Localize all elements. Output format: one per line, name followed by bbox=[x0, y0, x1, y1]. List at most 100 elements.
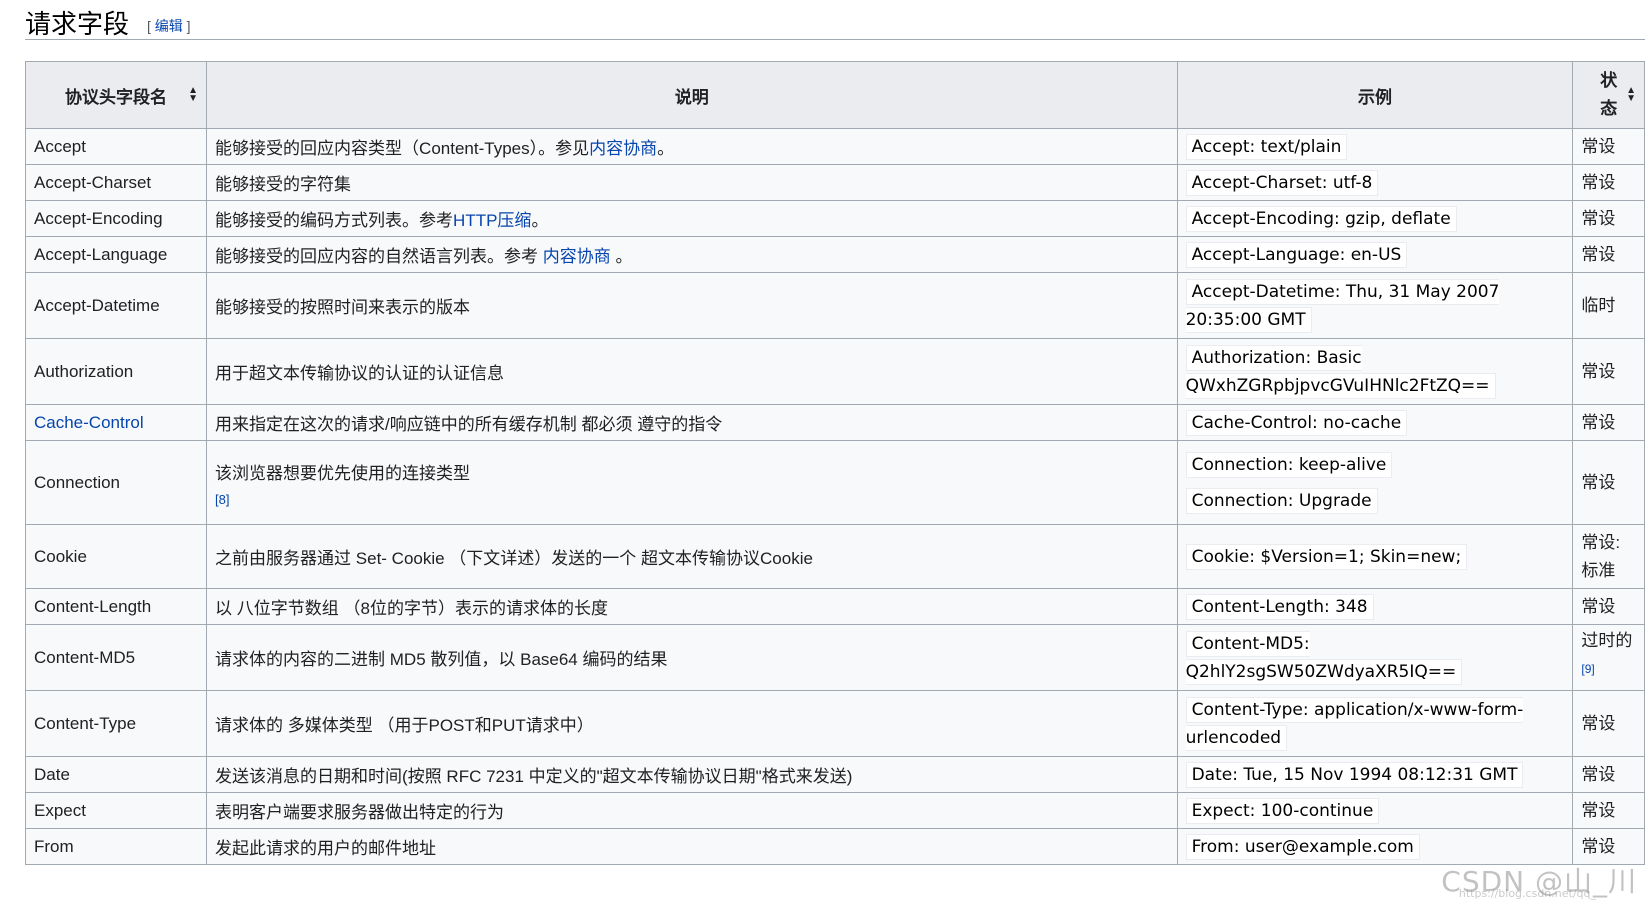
table-row: Authorization 用于超文本传输协议的认证的认证信息 Authorizat… bbox=[24, 338, 1645, 405]
description-cell: 请求体的 多媒体类型 （用于POST和PUT请求中） bbox=[206, 690, 1178, 757]
example-wrapper: Connection: keep-alive bbox=[1185, 447, 1565, 483]
example-cell: Expect: 100-continue bbox=[1176, 792, 1574, 829]
table-row: Accept-Charset 能够接受的字符集 Accept-Charset: ut… bbox=[24, 164, 1645, 201]
description-cell: 请求体的内容的二进制 MD5 散列值，以 Base64 编码的结果 bbox=[206, 624, 1178, 691]
example-code: Accept-Encoding: gzip, deflate bbox=[1185, 205, 1457, 232]
status-text: 常设 bbox=[1581, 800, 1616, 820]
section-heading: 请求字段 [ 编辑 ] bbox=[25, 0, 1645, 40]
description-cell: 用来指定在这次的请求/响应链中的所有缓存机制 都必须 遵守的指令 bbox=[206, 404, 1178, 441]
column-header-example: 示例 bbox=[1176, 61, 1574, 129]
example-code: Expect: 100-continue bbox=[1185, 797, 1380, 824]
example-code: Date: Tue, 15 Nov 1994 08:12:31 GMT bbox=[1185, 761, 1524, 788]
edit-section-link[interactable]: 编辑 bbox=[155, 18, 183, 34]
status-cell: 临时 bbox=[1572, 272, 1645, 339]
section-title: 请求字段 bbox=[25, 10, 130, 40]
status-cell: 常设 bbox=[1572, 588, 1645, 625]
description-cell: 该浏览器想要优先使用的连接类型 [8] bbox=[206, 440, 1178, 525]
description-link[interactable]: 内容协商 bbox=[589, 139, 657, 158]
description-text: 能够接受的字符集 bbox=[215, 175, 352, 194]
status-cell: 过时的 [9] bbox=[1572, 624, 1645, 691]
field-name: Expect bbox=[34, 800, 86, 820]
column-header-status[interactable]: 状态 ▲ ▼ bbox=[1572, 61, 1645, 129]
field-name: Content-MD5 bbox=[34, 647, 136, 667]
description-text: 用来指定在这次的请求/响应链中的所有缓存机制 都必须 遵守的指令 bbox=[215, 415, 723, 434]
status-cell: 常设 bbox=[1572, 164, 1645, 201]
field-name: Accept-Language bbox=[34, 244, 168, 264]
status-cell: 常设 bbox=[1572, 690, 1645, 757]
status-cell: 常设 bbox=[1572, 404, 1645, 441]
field-name-cell: Content-Type bbox=[24, 690, 208, 757]
edit-section-link-wrapper: [ 编辑 ] bbox=[147, 16, 191, 36]
field-name: Content-Length bbox=[34, 596, 152, 616]
field-name-cell: Date bbox=[24, 756, 208, 793]
example-code: Cookie: $Version=1; Skin=new; bbox=[1185, 543, 1468, 570]
status-cell: 常设 bbox=[1572, 756, 1645, 793]
status-cell: 常设 bbox=[1572, 200, 1645, 237]
example-cell: From: user@example.com bbox=[1176, 828, 1574, 865]
example-wrapper: Accept-Language: en-US bbox=[1185, 241, 1408, 268]
status-cell: 常设 bbox=[1572, 338, 1645, 405]
example-code: Content-Type: application/x-www-form-url… bbox=[1185, 696, 1524, 751]
example-wrapper: From: user@example.com bbox=[1185, 833, 1420, 860]
field-name-cell: From bbox=[24, 828, 208, 865]
example-wrapper: Content-Length: 348 bbox=[1185, 593, 1374, 620]
example-wrapper: Accept-Datetime: Thu, 31 May 2007 20:35:… bbox=[1185, 278, 1500, 333]
table-row: Connection 该浏览器想要优先使用的连接类型 [8] Connection: … bbox=[24, 440, 1645, 525]
field-name-cell: Accept-Charset bbox=[24, 164, 208, 201]
description-cell: 发送该消息的日期和时间(按照 RFC 7231 中定义的"超文本传输协议日期"格… bbox=[206, 756, 1178, 793]
description-link[interactable]: 内容协商 bbox=[543, 247, 611, 266]
status-cell: 常设 bbox=[1572, 128, 1645, 165]
description-text: 能够接受的回应内容类型（Content-Types）。参见 bbox=[215, 139, 590, 158]
field-name-cell: Accept-Encoding bbox=[24, 200, 208, 237]
field-name-cell: Accept bbox=[24, 128, 208, 165]
status-cell: 常设 bbox=[1572, 792, 1645, 829]
example-cell: Date: Tue, 15 Nov 1994 08:12:31 GMT bbox=[1176, 756, 1574, 793]
description-cell: 以 八位字节数组 （8位的字节）表示的请求体的长度 bbox=[206, 588, 1178, 625]
column-header-description-label: 说明 bbox=[674, 87, 709, 107]
status-reference-link[interactable]: [9] bbox=[1581, 662, 1594, 676]
sort-icon[interactable]: ▲ ▼ bbox=[1626, 86, 1636, 104]
edit-bracket-close: ] bbox=[186, 18, 191, 34]
table-row: From 发起此请求的用户的邮件地址 From: user@example.com 常… bbox=[24, 828, 1645, 865]
description-cell: 表明客户端要求服务器做出特定的行为 bbox=[206, 792, 1178, 829]
table-header-row: 协议头字段名 ▲ ▼ 说明 示例 状态 ▲ ▼ bbox=[24, 61, 1645, 129]
table-row: Accept-Language 能够接受的回应内容的自然语言列表。参考 内容协商 … bbox=[24, 236, 1645, 273]
status-text: 常设 bbox=[1581, 596, 1616, 616]
watermark: CSDN @山_川 bbox=[1441, 865, 1637, 898]
description-cell: 能够接受的字符集 bbox=[206, 164, 1178, 201]
description-cell: 能够接受的回应内容的自然语言列表。参考 内容协商 。 bbox=[206, 236, 1178, 273]
field-name-cell: Accept-Datetime bbox=[24, 272, 208, 339]
example-wrapper: Accept-Encoding: gzip, deflate bbox=[1185, 205, 1457, 232]
field-name: Content-Type bbox=[34, 713, 137, 733]
sort-icon[interactable]: ▲ ▼ bbox=[188, 86, 198, 104]
example-cell: Accept-Encoding: gzip, deflate bbox=[1176, 200, 1574, 237]
example-code: Connection: keep-alive bbox=[1185, 451, 1393, 478]
status-text: 常设 bbox=[1581, 472, 1616, 492]
reference-link[interactable]: [8] bbox=[215, 492, 1169, 507]
status-cell: 常设: 标准 bbox=[1572, 524, 1645, 589]
description-tail: 。 bbox=[657, 139, 675, 158]
description-text: 发送该消息的日期和时间(按照 RFC 7231 中定义的"超文本传输协议日期"格… bbox=[215, 767, 853, 786]
example-cell: Accept-Charset: utf-8 bbox=[1176, 164, 1574, 201]
column-header-name[interactable]: 协议头字段名 ▲ ▼ bbox=[24, 61, 208, 129]
example-cell: Cookie: $Version=1; Skin=new; bbox=[1176, 524, 1574, 589]
status-text: 常设: 标准 bbox=[1581, 532, 1621, 580]
table-body: Accept 能够接受的回应内容类型（Content-Types）。参见内容协商。… bbox=[24, 128, 1645, 865]
status-text: 过时的 bbox=[1581, 630, 1633, 650]
field-name: Accept-Charset bbox=[34, 172, 152, 192]
description-text: 以 八位字节数组 （8位的字节）表示的请求体的长度 bbox=[215, 599, 608, 618]
description-text: 该浏览器想要优先使用的连接类型 bbox=[215, 463, 471, 483]
description-cell: 能够接受的编码方式列表。参考HTTP压缩。 bbox=[206, 200, 1178, 237]
description-cell: 用于超文本传输协议的认证的认证信息 bbox=[206, 338, 1178, 405]
description-text: 能够接受的回应内容的自然语言列表。参考 bbox=[215, 247, 543, 266]
field-name-link[interactable]: Cache-Control bbox=[34, 413, 144, 432]
example-wrapper: Content-MD5: Q2hlY2sgSW50ZWdyaXR5IQ== bbox=[1185, 630, 1463, 685]
field-name-cell: Authorization bbox=[24, 338, 208, 405]
description-link[interactable]: HTTP压缩 bbox=[453, 211, 531, 230]
example-cell: Cache-Control: no-cache bbox=[1176, 404, 1574, 441]
description-text: 之前由服务器通过 Set- Cookie （下文详述）发送的一个 超文本传输协议… bbox=[215, 549, 813, 568]
description-tail: 。 bbox=[531, 211, 549, 230]
example-wrapper: Cookie: $Version=1; Skin=new; bbox=[1185, 543, 1468, 570]
status-cell: 常设 bbox=[1572, 828, 1645, 865]
status-text: 常设 bbox=[1581, 244, 1616, 264]
